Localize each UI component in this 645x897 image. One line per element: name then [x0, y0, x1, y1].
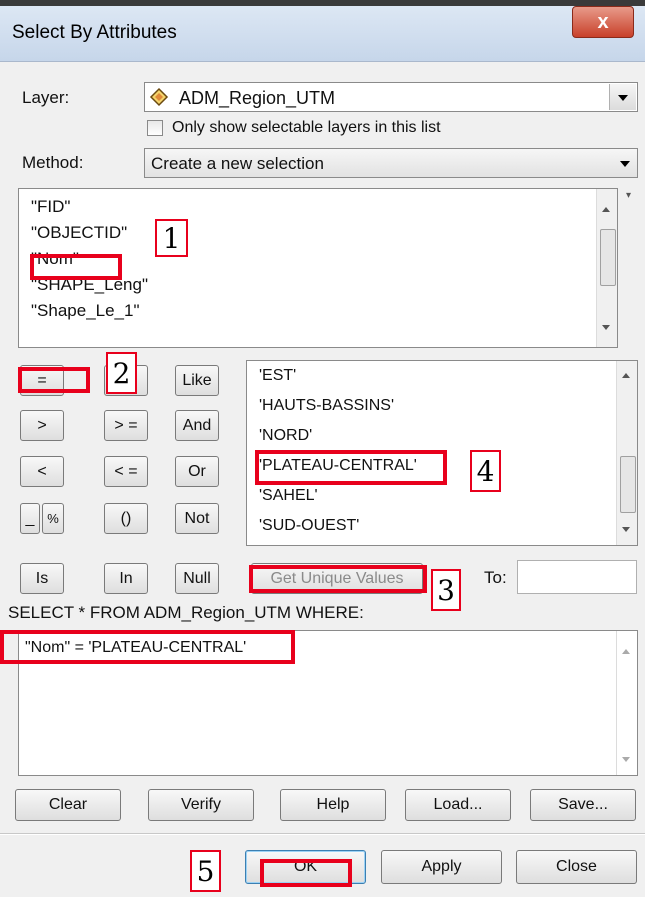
highlight-query-text	[0, 630, 295, 664]
like-button[interactable]: Like	[175, 365, 219, 396]
is-button[interactable]: Is	[20, 563, 64, 594]
or-button[interactable]: Or	[175, 456, 219, 487]
scroll-up-icon[interactable]	[622, 373, 630, 378]
method-value: Create a new selection	[151, 154, 324, 173]
greater-equal-button[interactable]: > =	[104, 410, 148, 441]
layer-dropdown-button[interactable]	[609, 84, 636, 110]
step-marker-5: 5	[190, 850, 221, 892]
highlight-ok-button	[260, 859, 352, 887]
goto-label: To:	[484, 568, 507, 587]
underscore-button[interactable]: _	[20, 503, 40, 534]
less-equal-button[interactable]: < =	[104, 456, 148, 487]
percent-button[interactable]: %	[42, 503, 64, 534]
dialog-body: Layer: ADM_Region_UTM Only show selectab…	[0, 62, 645, 897]
verify-button[interactable]: Verify	[148, 789, 254, 821]
chevron-down-icon	[618, 95, 628, 101]
step-marker-3: 3	[431, 569, 461, 611]
window-title: Select By Attributes	[12, 22, 177, 43]
scroll-up-icon[interactable]	[622, 649, 630, 654]
step-marker-2: 2	[106, 352, 137, 394]
highlight-equals-button	[18, 367, 90, 393]
chevron-down-icon	[620, 161, 630, 167]
null-button[interactable]: Null	[175, 563, 219, 594]
query-label: SELECT * FROM ADM_Region_UTM WHERE:	[8, 603, 364, 622]
scroll-thumb[interactable]	[620, 456, 636, 513]
help-button[interactable]: Help	[280, 789, 386, 821]
in-button[interactable]: In	[104, 563, 148, 594]
scroll-up-icon[interactable]	[602, 207, 610, 212]
parentheses-button[interactable]: ()	[104, 503, 148, 534]
field-item[interactable]: "Shape_Le_1"	[31, 301, 140, 321]
only-selectable-label: Only show selectable layers in this list	[172, 119, 441, 136]
apply-button[interactable]: Apply	[381, 850, 502, 884]
goto-input[interactable]	[517, 560, 637, 594]
load-button[interactable]: Load...	[405, 789, 511, 821]
scroll-down-icon[interactable]	[602, 325, 610, 330]
layer-label: Layer:	[22, 88, 70, 107]
value-item[interactable]: 'HAUTS-BASSINS'	[259, 397, 394, 415]
scroll-down-icon[interactable]	[622, 757, 630, 762]
layer-value: ADM_Region_UTM	[179, 88, 336, 108]
scroll-down-icon[interactable]	[622, 527, 630, 532]
layer-dropdown[interactable]: ADM_Region_UTM	[144, 82, 638, 112]
field-item[interactable]: "OBJECTID"	[31, 223, 127, 243]
fields-scrollbar[interactable]	[596, 189, 617, 347]
greater-than-button[interactable]: >	[20, 410, 64, 441]
value-item[interactable]: 'NORD'	[259, 427, 312, 445]
not-button[interactable]: Not	[175, 503, 219, 534]
value-item[interactable]: 'SUD-OUEST'	[259, 517, 359, 535]
value-item[interactable]: 'SAHEL'	[259, 487, 318, 505]
window-top-edge	[0, 0, 645, 6]
title-bar: Select By Attributes x	[0, 0, 645, 62]
pin-marker-icon: ▾	[626, 190, 632, 201]
field-item[interactable]: "FID"	[31, 197, 70, 217]
value-item[interactable]: 'EST'	[259, 367, 296, 385]
method-dropdown[interactable]: Create a new selection	[144, 148, 638, 178]
highlight-nom-field	[30, 254, 122, 280]
and-button[interactable]: And	[175, 410, 219, 441]
query-scrollbar[interactable]	[616, 631, 637, 775]
scroll-thumb[interactable]	[600, 229, 616, 286]
method-label: Method:	[22, 153, 84, 172]
separator	[0, 833, 645, 835]
only-selectable-checkbox[interactable]	[147, 120, 163, 136]
step-marker-1: 1	[155, 219, 188, 257]
highlight-plateau-central	[255, 450, 447, 485]
save-button[interactable]: Save...	[530, 789, 636, 821]
close-button[interactable]: Close	[516, 850, 637, 884]
step-marker-4: 4	[470, 450, 501, 492]
window-close-button[interactable]: x	[572, 6, 634, 38]
highlight-get-unique-values	[249, 565, 427, 593]
diamond-layer-icon	[149, 87, 169, 107]
less-than-button[interactable]: <	[20, 456, 64, 487]
clear-button[interactable]: Clear	[15, 789, 121, 821]
values-scrollbar[interactable]	[616, 361, 637, 545]
